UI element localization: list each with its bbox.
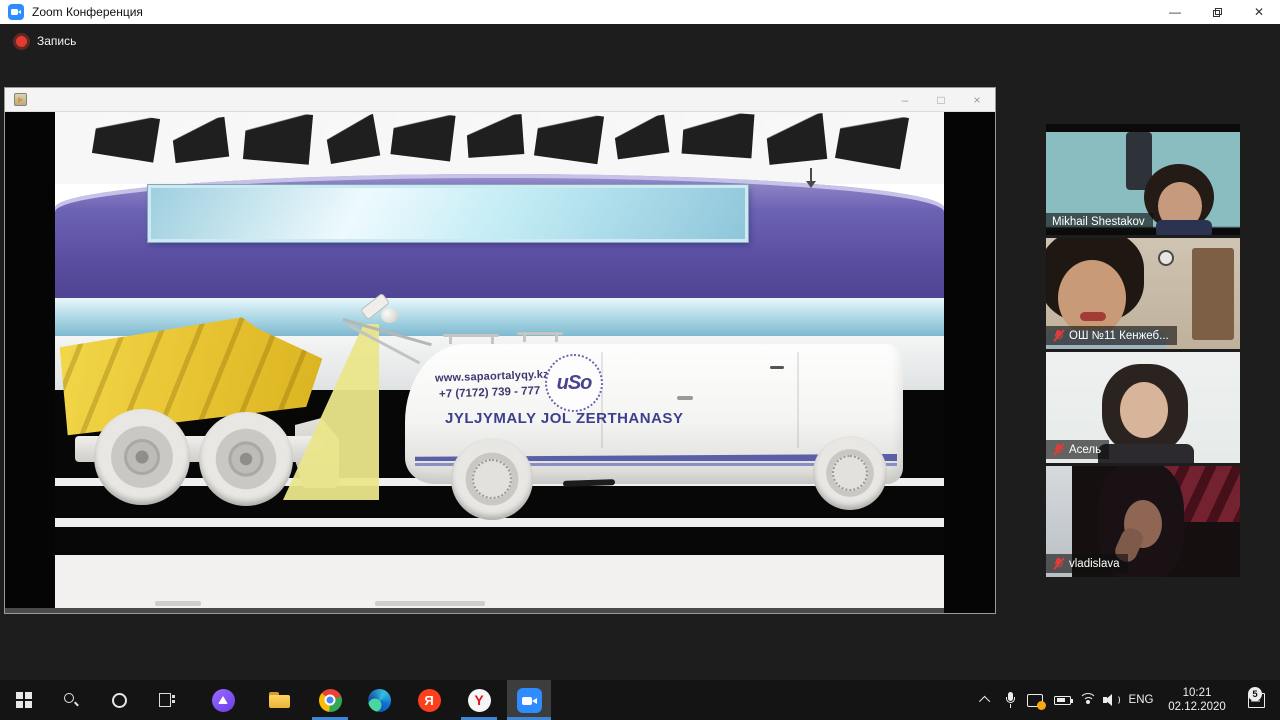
- tray-battery[interactable]: [1048, 680, 1076, 720]
- truck-wheel: [94, 409, 190, 505]
- yandex-browser-button[interactable]: Y: [459, 680, 499, 720]
- zoom-taskbar-button[interactable]: [507, 680, 551, 720]
- lamp-ball: [381, 308, 398, 323]
- chrome-icon: [319, 689, 342, 712]
- van-wheel: [451, 438, 533, 520]
- van-door-line: [601, 352, 603, 448]
- window-title: Zoom Конференция: [32, 5, 143, 19]
- yandex-browser-icon: Y: [468, 689, 491, 712]
- restore-icon: [1213, 8, 1222, 17]
- battery-icon: [1054, 696, 1071, 705]
- search-icon: [63, 692, 79, 708]
- tray-app-alert[interactable]: [1022, 680, 1048, 720]
- mic-muted-icon: [1052, 329, 1064, 342]
- participant-tile[interactable]: vladislava: [1046, 466, 1240, 577]
- screen-alert-icon: [1027, 694, 1043, 707]
- taskbar-search-button[interactable]: [51, 680, 91, 720]
- participant-name-label: Mikhail Shestakov: [1046, 213, 1153, 231]
- van-door-handle: [677, 396, 693, 400]
- letterbox-right: [944, 112, 995, 613]
- participant-name-label: ОШ №11 Кенжеб...: [1046, 326, 1177, 345]
- windows-taskbar: Я Y ENG 10:21 02.12.2020 5: [0, 680, 1280, 720]
- clock-time: 10:21: [1168, 686, 1226, 700]
- alice-icon: [212, 689, 235, 712]
- start-button[interactable]: [4, 680, 44, 720]
- folder-icon: [269, 692, 290, 708]
- player-close-button[interactable]: ×: [959, 93, 995, 107]
- van-title-text: JYLJYMALY JOL ZERTHANASY: [445, 410, 705, 427]
- mic-muted-icon: [1052, 557, 1064, 570]
- participant-name-label: Асель: [1046, 440, 1109, 459]
- file-explorer-button[interactable]: [259, 680, 299, 720]
- tray-language[interactable]: ENG: [1124, 680, 1158, 720]
- video-scene[interactable]: www.sapaortalyqy.kz +7 (7172) 739 - 777 …: [5, 112, 995, 613]
- edge-button[interactable]: [359, 680, 399, 720]
- player-maximize-button[interactable]: □: [923, 93, 959, 107]
- media-player-play-icon: [14, 93, 27, 106]
- truck-wheel: [199, 412, 293, 506]
- participant-tile[interactable]: Mikhail Shestakov: [1046, 124, 1240, 235]
- tray-network[interactable]: [1076, 680, 1100, 720]
- tray-volume[interactable]: [1098, 680, 1124, 720]
- mic-muted-icon: [1052, 443, 1064, 456]
- tray-show-hidden-icons[interactable]: [974, 680, 998, 720]
- participant-name-label: vladislava: [1046, 554, 1128, 573]
- clock: 10:21 02.12.2020: [1168, 686, 1226, 714]
- van-mirror-mark: [770, 366, 784, 369]
- zoom-camera-icon: [8, 4, 24, 20]
- tray-clock[interactable]: 10:21 02.12.2020: [1156, 680, 1238, 720]
- player-titlebar[interactable]: – □ ×: [5, 88, 995, 112]
- notification-badge: 5: [1248, 687, 1262, 701]
- wifi-icon: [1079, 693, 1097, 707]
- recording-label: Запись: [37, 34, 76, 48]
- participant-tile[interactable]: Асель: [1046, 352, 1240, 463]
- yandex-alice-button[interactable]: [203, 680, 243, 720]
- van-door-line: [797, 352, 799, 448]
- speaker-icon: [1103, 693, 1119, 707]
- close-button[interactable]: ✕: [1238, 0, 1280, 24]
- laboratory-van: www.sapaortalyqy.kz +7 (7172) 739 - 777 …: [405, 330, 905, 516]
- microphone-icon: [1005, 692, 1016, 708]
- minimize-button[interactable]: —: [1154, 0, 1196, 24]
- cortana-button[interactable]: [99, 680, 139, 720]
- windows-logo-icon: [16, 692, 32, 708]
- clock-date: 02.12.2020: [1168, 700, 1226, 714]
- desktop: Zoom Конференция — ✕ Запись – □ ×: [0, 0, 1280, 720]
- uso-logo: uSo: [545, 354, 603, 412]
- van-step-vent: [563, 479, 615, 487]
- participant-tile[interactable]: ОШ №11 Кенжеб...: [1046, 238, 1240, 349]
- zoom-icon: [517, 688, 542, 713]
- foreground-floor: [55, 555, 944, 608]
- yandex-icon: Я: [418, 689, 441, 712]
- meeting-stage: Запись – □ ×: [0, 24, 1280, 680]
- recording-indicator[interactable]: Запись: [16, 34, 76, 48]
- task-view-button[interactable]: [147, 680, 187, 720]
- restore-button[interactable]: [1196, 0, 1238, 24]
- task-view-icon: [159, 693, 175, 707]
- billboard-panel: [148, 185, 748, 242]
- lane-stripe: [55, 518, 944, 527]
- van-wheel: [813, 436, 887, 510]
- chrome-button[interactable]: [310, 680, 350, 720]
- player-minimize-button[interactable]: –: [887, 93, 923, 107]
- letterbox-left: [5, 112, 55, 613]
- edge-icon: [368, 689, 391, 712]
- chevron-up-icon: [979, 696, 990, 707]
- yandex-button[interactable]: Я: [409, 680, 449, 720]
- tray-microphone[interactable]: [998, 680, 1022, 720]
- scene-bottom-edge: [5, 608, 995, 613]
- action-center-button[interactable]: 5: [1238, 680, 1274, 720]
- shared-player-window: – □ ×: [5, 88, 995, 613]
- cortana-icon: [112, 693, 127, 708]
- mouse-cursor-down-arrow: [804, 168, 818, 190]
- recording-dot-icon: [16, 36, 27, 47]
- zoom-window-titlebar: Zoom Конференция — ✕: [0, 0, 1280, 24]
